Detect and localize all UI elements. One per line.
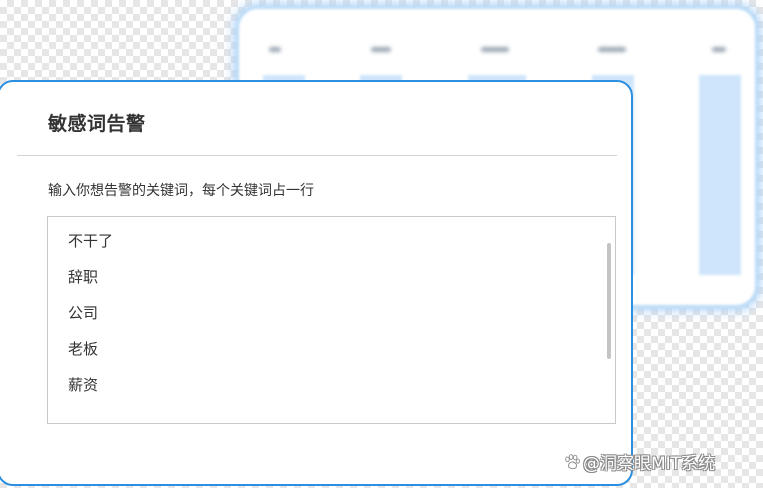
sensitive-word-alert-dialog: 敏感词告警 输入你想告警的关键词，每个关键词占一行 不干了 辞职 公司 老板 薪… bbox=[0, 80, 633, 486]
paw-icon bbox=[565, 453, 580, 469]
background-column-header bbox=[598, 47, 626, 52]
keyword-scrollbar-thumb[interactable] bbox=[607, 243, 611, 359]
keyword-line: 不干了 bbox=[68, 232, 114, 250]
watermark-text: @洞察眼MIT系统 bbox=[583, 454, 716, 474]
background-column-header bbox=[269, 47, 281, 52]
instruction-text: 输入你想告警的关键词，每个关键词占一行 bbox=[48, 183, 314, 199]
dialog-title: 敏感词告警 bbox=[48, 113, 146, 135]
keyword-scrollbar[interactable] bbox=[607, 243, 611, 359]
background-column bbox=[689, 9, 749, 305]
keyword-line: 薪资 bbox=[68, 376, 99, 394]
watermark: @洞察眼MIT系统 bbox=[563, 449, 715, 474]
background-column-bar bbox=[699, 75, 741, 275]
background-column-header bbox=[371, 47, 391, 52]
keyword-line: 辞职 bbox=[68, 268, 99, 286]
title-divider bbox=[17, 155, 617, 156]
keyword-textarea[interactable]: 不干了 辞职 公司 老板 薪资 bbox=[47, 216, 616, 424]
keyword-line: 老板 bbox=[68, 340, 99, 358]
background-column-header bbox=[712, 47, 726, 52]
keyword-line: 公司 bbox=[68, 304, 99, 322]
background-column-header bbox=[481, 47, 509, 52]
